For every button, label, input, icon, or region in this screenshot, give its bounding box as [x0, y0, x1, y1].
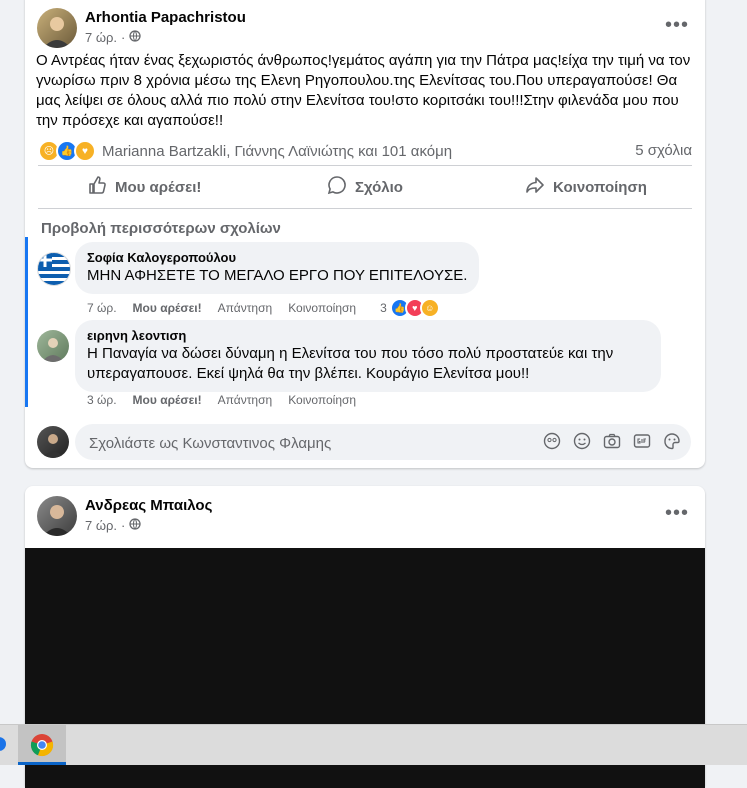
comment-share-button[interactable]: Κοινοποίηση	[288, 393, 356, 407]
share-button[interactable]: Κοινοποίηση	[525, 168, 647, 206]
comment-time[interactable]: 3 ώρ.	[87, 393, 117, 407]
comment-icon	[327, 175, 347, 199]
share-icon	[525, 175, 545, 199]
post-time[interactable]: 7 ώρ.	[85, 30, 117, 45]
more-options-icon[interactable]: •••	[665, 15, 689, 35]
thumbs-up-icon	[87, 175, 107, 199]
like-button[interactable]: Μου αρέσει!	[87, 168, 201, 206]
comment-reply-button[interactable]: Απάντηση	[218, 393, 273, 407]
comment-like-button[interactable]: Μου αρέσει!	[133, 301, 202, 315]
author-name[interactable]: Arhontia Papachristou	[85, 9, 246, 26]
post-text: Ο Αντρέας ήταν ένας ξεχωριστός άνθρωπος!…	[36, 52, 691, 129]
composer-tools	[543, 432, 681, 450]
post-meta: 7 ώρ. ·	[85, 30, 141, 45]
commenter-avatar[interactable]	[37, 330, 69, 362]
globe-icon	[129, 518, 141, 533]
post-time[interactable]: 7 ώρ.	[85, 518, 117, 533]
author-name[interactable]: Ανδρεας Μπαιλος	[85, 497, 212, 514]
comment-bubble: Σοφία Καλογεροπούλου ΜΗΝ ΑΦΗΣΕΤΕ ΤΟ ΜΕΓΑ…	[75, 242, 480, 294]
comment-share-button[interactable]: Κοινοποίηση	[288, 301, 356, 315]
author-avatar[interactable]	[37, 8, 77, 48]
comment-actions: 7 ώρ. Μου αρέσει! Απάντηση Κοινοποίηση 3…	[87, 298, 440, 318]
care-reaction-icon: ♥	[74, 140, 96, 162]
commenter-avatar[interactable]	[37, 252, 71, 286]
current-user-avatar[interactable]	[37, 426, 69, 458]
sticker-icon[interactable]	[663, 432, 681, 450]
taskbar-app-icon[interactable]	[0, 737, 6, 751]
comment-input[interactable]	[87, 424, 531, 462]
reactors-text[interactable]: Marianna Bartzakli, Γιάννης Λαϊνιώτης κα…	[102, 143, 452, 160]
comment-count[interactable]: 5 σχόλια	[635, 142, 692, 159]
comment-bubble: ειρηνη λεοντιση Η Παναγία να δώσει δύναμ…	[75, 320, 661, 392]
view-more-comments-link[interactable]: Προβολή περισσότερων σχολίων	[41, 220, 281, 237]
comment-like-button[interactable]: Μου αρέσει!	[133, 393, 202, 407]
divider	[38, 208, 692, 209]
post-card: Arhontia Papachristou 7 ώρ. · ••• Ο Αντρ…	[25, 0, 705, 468]
comment-reaction-count[interactable]: 3	[380, 301, 387, 315]
comment-composer	[75, 424, 691, 462]
emoji-icon[interactable]	[573, 432, 591, 450]
taskbar	[0, 724, 747, 765]
camera-icon[interactable]	[603, 432, 621, 450]
avatar-sticker-icon[interactable]	[543, 432, 561, 450]
divider	[38, 165, 692, 166]
comment-time[interactable]: 7 ώρ.	[87, 301, 117, 315]
globe-icon	[129, 30, 141, 45]
comment-reactions[interactable]: 👍 ♥ ☺	[389, 298, 440, 318]
comment-text: Η Παναγία να δώσει δύναμη η Ελενίτσα του…	[87, 345, 614, 382]
gif-icon[interactable]	[633, 432, 651, 450]
author-avatar[interactable]	[37, 496, 77, 536]
more-options-icon[interactable]: •••	[665, 503, 689, 523]
comment-reply-button[interactable]: Απάντηση	[218, 301, 273, 315]
chrome-icon	[30, 733, 54, 762]
taskbar-chrome-button[interactable]	[18, 725, 66, 765]
comment-actions: 3 ώρ. Μου αρέσει! Απάντηση Κοινοποίηση	[87, 393, 356, 407]
thread-indicator	[25, 237, 28, 407]
post-meta: 7 ώρ. ·	[85, 518, 141, 533]
comment-text: ΜΗΝ ΑΦΗΣΕΤΕ ΤΟ ΜΕΓΑΛΟ ΕΡΓΟ ΠΟΥ ΕΠΙΤΕΛΟΥΣ…	[87, 267, 468, 284]
reactions-summary[interactable]: ☹ 👍 ♥ Marianna Bartzakli, Γιάννης Λαϊνιώ…	[38, 140, 452, 162]
commenter-name[interactable]: ειρηνη λεοντιση	[87, 328, 649, 344]
commenter-name[interactable]: Σοφία Καλογεροπούλου	[87, 250, 467, 266]
haha-reaction-icon: ☺	[419, 298, 440, 318]
comment-button[interactable]: Σχόλιο	[327, 168, 403, 206]
